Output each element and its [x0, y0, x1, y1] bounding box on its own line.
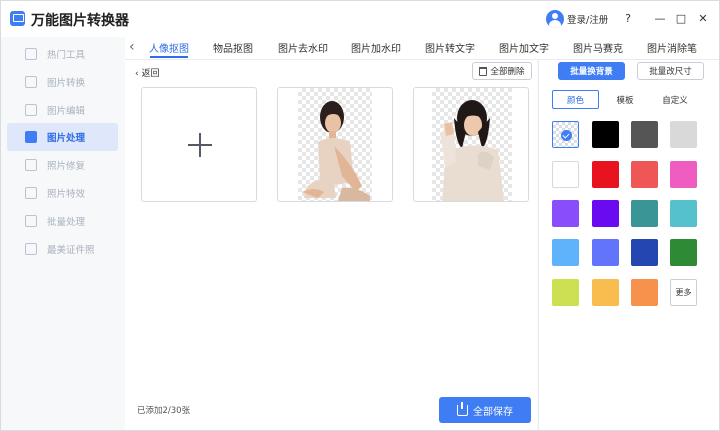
chevron-left-icon[interactable]: ‹ [129, 39, 135, 55]
save-all-label: 全部保存 [473, 406, 513, 418]
active-tab-indicator [150, 56, 188, 58]
sidebar-item-image-convert[interactable]: 图片转换 [7, 68, 118, 96]
plus-icon-vertical [199, 133, 201, 157]
photo-repair-icon [25, 159, 37, 171]
color-swatch[interactable] [552, 279, 579, 306]
image-thumbnail[interactable] [413, 87, 529, 202]
close-button[interactable]: ✕ [696, 12, 710, 26]
image-process-icon [25, 131, 37, 143]
sidebar-item-label: 图片转换 [47, 78, 86, 89]
tab-eraser[interactable]: 图片消除笔 [647, 40, 697, 55]
sidebar-item-image-process[interactable]: 图片处理 [7, 123, 118, 151]
batch-background-button[interactable]: 批量换背景 [558, 62, 625, 80]
main-panel: ‹ 返回 全部删除 已添加2/30张 全部保存 [125, 59, 537, 430]
image-count: 已添加2/30张 [137, 406, 191, 416]
color-swatch[interactable] [592, 121, 619, 148]
tab-remove-watermark[interactable]: 图片去水印 [278, 40, 328, 55]
color-swatch[interactable] [631, 161, 658, 188]
title-bar: 万能图片转换器 登录/注册 ? — □ ✕ [1, 1, 719, 37]
color-swatch[interactable] [670, 200, 697, 227]
back-label: 返回 [141, 69, 160, 79]
add-image-tile[interactable] [141, 87, 257, 202]
sidebar-item-photo-effects[interactable]: 照片特效 [7, 179, 118, 207]
delete-all-button[interactable]: 全部删除 [472, 62, 532, 80]
subtab-color[interactable]: 颜色 [552, 90, 599, 109]
color-swatch[interactable] [631, 279, 658, 306]
sidebar-item-label: 热门工具 [47, 50, 86, 61]
portrait-image [302, 101, 370, 201]
portrait-image [440, 100, 504, 201]
color-swatch[interactable] [592, 161, 619, 188]
trash-icon [479, 66, 488, 76]
sidebar-item-label: 最美证件照 [47, 245, 95, 256]
color-swatch[interactable] [670, 121, 697, 148]
sidebar-item-photo-repair[interactable]: 照片修复 [7, 151, 118, 179]
avatar[interactable] [546, 10, 564, 28]
effects-icon [25, 187, 37, 199]
app-title: 万能图片转换器 [31, 13, 129, 29]
sidebar-item-batch[interactable]: 批量处理 [7, 207, 118, 235]
app-window: 万能图片转换器 登录/注册 ? — □ ✕ 热门工具 图片转换 图片编辑 图片处… [0, 0, 720, 431]
sidebar-item-label: 图片处理 [47, 133, 86, 144]
color-swatch[interactable] [592, 279, 619, 306]
help-button[interactable]: ? [621, 12, 635, 26]
sidebar-item-id-photo[interactable]: 最美证件照 [7, 235, 118, 263]
minimize-button[interactable]: — [653, 12, 667, 26]
batch-icon [25, 215, 37, 227]
color-swatch[interactable] [552, 121, 579, 148]
subtab-template[interactable]: 模板 [603, 90, 647, 109]
maximize-button[interactable]: □ [674, 12, 688, 26]
color-swatch[interactable] [592, 239, 619, 266]
sidebar: 热门工具 图片转换 图片编辑 图片处理 照片修复 照片特效 批量处理 最美证件照 [1, 37, 125, 430]
color-swatch[interactable] [592, 200, 619, 227]
color-swatch[interactable] [670, 161, 697, 188]
tab-bar: ‹ 人像抠图 物品抠图 图片去水印 图片加水印 图片转文字 图片加文字 图片马赛… [125, 37, 719, 59]
id-photo-icon [25, 243, 37, 255]
color-swatch[interactable] [670, 239, 697, 266]
sidebar-item-label: 图片编辑 [47, 106, 86, 117]
settings-panel: 批量换背景 批量改尺寸 颜色 模板 自定义 更多 [538, 59, 719, 430]
fire-icon [25, 48, 37, 60]
sidebar-item-label: 照片特效 [47, 189, 86, 200]
more-colors-button[interactable]: 更多 [670, 279, 697, 306]
check-icon [561, 130, 572, 141]
convert-icon [25, 76, 37, 88]
tab-image-to-text[interactable]: 图片转文字 [425, 40, 475, 55]
tab-object-cutout[interactable]: 物品抠图 [213, 40, 253, 55]
login-area[interactable]: 登录/注册 [546, 10, 608, 28]
login-link[interactable]: 登录/注册 [567, 12, 608, 26]
color-swatch[interactable] [552, 161, 579, 188]
save-all-button[interactable]: 全部保存 [439, 397, 531, 423]
edit-icon [25, 104, 37, 116]
tab-portrait-cutout[interactable]: 人像抠图 [149, 40, 189, 55]
download-icon [457, 401, 468, 416]
batch-resize-button[interactable]: 批量改尺寸 [637, 62, 704, 80]
tab-mosaic[interactable]: 图片马赛克 [573, 40, 623, 55]
subtab-custom[interactable]: 自定义 [651, 90, 699, 109]
color-swatch[interactable] [631, 239, 658, 266]
color-swatch[interactable] [552, 200, 579, 227]
color-swatch[interactable] [552, 239, 579, 266]
back-link[interactable]: ‹ 返回 [135, 66, 159, 79]
color-swatch[interactable] [631, 200, 658, 227]
sidebar-item-image-edit[interactable]: 图片编辑 [7, 96, 118, 124]
app-logo-icon [10, 11, 25, 26]
sidebar-item-label: 照片修复 [47, 161, 86, 172]
image-thumbnail[interactable] [277, 87, 393, 202]
color-swatch[interactable] [631, 121, 658, 148]
tab-add-text[interactable]: 图片加文字 [499, 40, 549, 55]
sidebar-item-hot-tools[interactable]: 热门工具 [7, 40, 118, 68]
delete-all-label: 全部删除 [490, 67, 525, 77]
tab-add-watermark[interactable]: 图片加水印 [351, 40, 401, 55]
sidebar-item-label: 批量处理 [47, 217, 86, 228]
